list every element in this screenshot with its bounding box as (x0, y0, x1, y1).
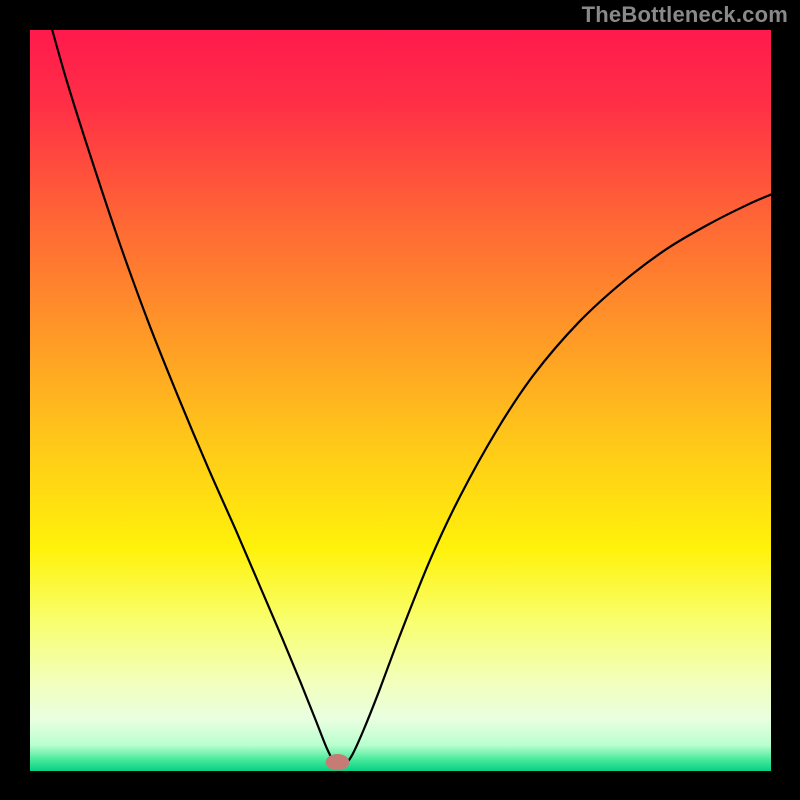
chart-container: TheBottleneck.com (0, 0, 800, 800)
gradient-background (30, 30, 771, 771)
plot-area (30, 30, 771, 771)
watermark-label: TheBottleneck.com (582, 2, 788, 28)
chart-svg (30, 30, 771, 771)
optimum-marker (326, 754, 350, 770)
